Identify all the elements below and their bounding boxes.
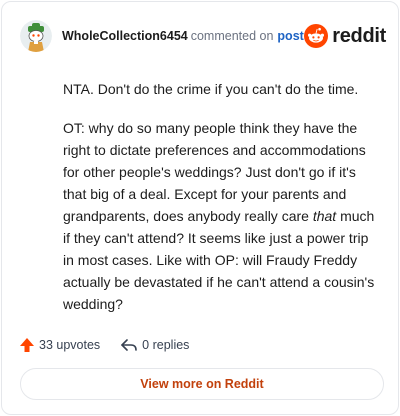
comment-footer: 33 upvotes 0 replies [19,334,189,356]
reddit-logo-icon [304,24,329,48]
reddit-wordmark: reddit [332,24,386,47]
upvotes-count: 33 upvotes [39,338,101,352]
replies-count: 0 replies [142,338,190,352]
comment-body: NTA. Don't do the crime if you can't do … [63,78,383,332]
post-link[interactable]: post [277,29,303,43]
view-more-button[interactable]: View more on Reddit [20,368,384,400]
commented-on-text: commented on [190,29,274,43]
username-link[interactable]: WholeCollection6454 [62,29,188,43]
comment-header: WholeCollection6454 commented on post re… [20,16,386,56]
comment-paragraph-2: OT: why do so many people think they hav… [63,117,383,315]
user-avatar[interactable] [20,20,52,52]
reply-arrow-icon [121,339,137,351]
upvotes-stat[interactable]: 33 upvotes [19,337,100,353]
comment-meta: WholeCollection6454 commented on post re… [62,24,386,48]
upvote-arrow-icon [20,338,34,352]
reddit-logo[interactable]: reddit [304,24,386,48]
replies-stat[interactable]: 0 replies [120,337,189,353]
comment-paragraph-1: NTA. Don't do the crime if you can't do … [63,81,359,97]
paragraph-2-emphasis: that [312,208,337,224]
reddit-comment-card: WholeCollection6454 commented on post re… [1,1,399,415]
